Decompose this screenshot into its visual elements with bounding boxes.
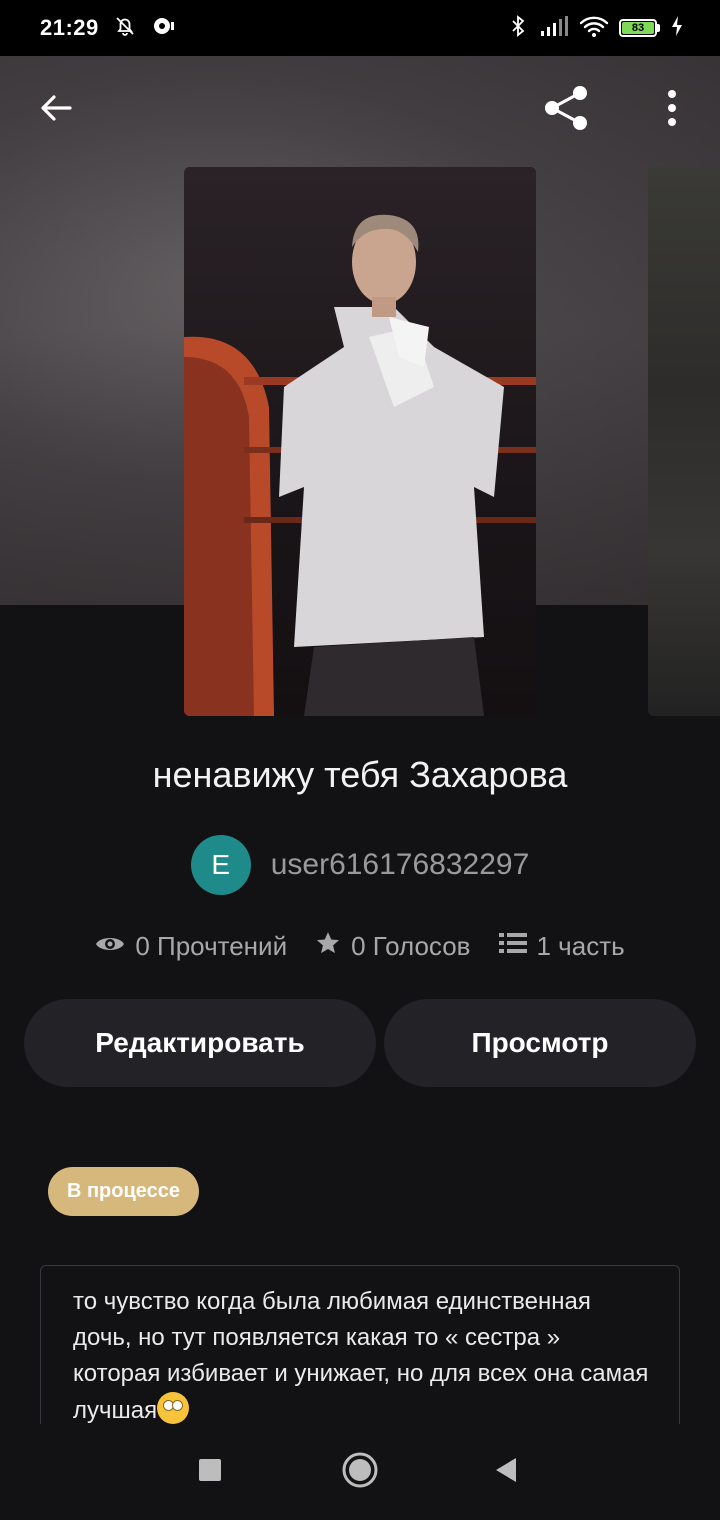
next-story-cover[interactable] <box>648 167 720 716</box>
charging-icon <box>670 15 684 42</box>
edit-button[interactable]: Редактировать <box>24 999 376 1087</box>
circle-icon <box>341 1451 379 1494</box>
more-vertical-icon <box>667 89 677 131</box>
share-button[interactable] <box>539 80 595 140</box>
parts-stat: 1 часть <box>498 931 625 962</box>
status-badge: В процессе <box>48 1167 199 1216</box>
triangle-back-icon <box>494 1457 518 1488</box>
reads-count: 0 Прочтений <box>135 931 288 961</box>
parts-count: 1 часть <box>536 931 625 961</box>
story-description: то чувство когда была любимая единственн… <box>40 1265 680 1435</box>
back-nav-button[interactable] <box>494 1448 518 1496</box>
status-right: 83 <box>509 14 684 43</box>
battery-icon: 83 <box>619 19 660 37</box>
votes-stat: 0 Голосов <box>315 930 471 963</box>
status-bar: 21:29 83 <box>0 0 720 56</box>
eye-roll-emoji-icon <box>157 1392 190 1424</box>
story-title: ненавижу тебя Захарова <box>152 754 568 795</box>
preview-button[interactable]: Просмотр <box>384 999 696 1087</box>
avatar[interactable]: E <box>190 835 251 895</box>
bluetooth-icon <box>509 14 529 43</box>
list-icon <box>498 931 527 962</box>
status-left: 21:29 <box>40 14 177 43</box>
wifi-icon <box>579 14 609 43</box>
more-options-button[interactable] <box>644 80 700 140</box>
avatar-initial: E <box>211 849 231 880</box>
arrow-left-icon <box>38 90 74 131</box>
story-cover-image[interactable] <box>184 167 536 716</box>
status-time: 21:29 <box>40 15 99 40</box>
home-button[interactable] <box>341 1448 379 1496</box>
recents-button[interactable] <box>198 1448 222 1496</box>
bell-off-icon <box>113 14 137 43</box>
square-icon <box>198 1458 222 1487</box>
star-icon <box>315 930 341 963</box>
back-button[interactable] <box>28 80 84 140</box>
votes-count: 0 Голосов <box>351 931 471 961</box>
signal-icon <box>539 15 569 42</box>
battery-level: 83 <box>622 22 654 34</box>
story-stats: 0 Прочтений 0 Голосов 1 часть <box>0 930 720 963</box>
reads-stat: 0 Прочтений <box>95 931 287 962</box>
share-icon <box>542 83 592 138</box>
author-name[interactable]: user616176832297 <box>271 848 530 882</box>
sync-icon <box>151 14 177 43</box>
eye-icon <box>95 931 125 962</box>
author-row[interactable]: E user616176832297 <box>0 835 720 895</box>
